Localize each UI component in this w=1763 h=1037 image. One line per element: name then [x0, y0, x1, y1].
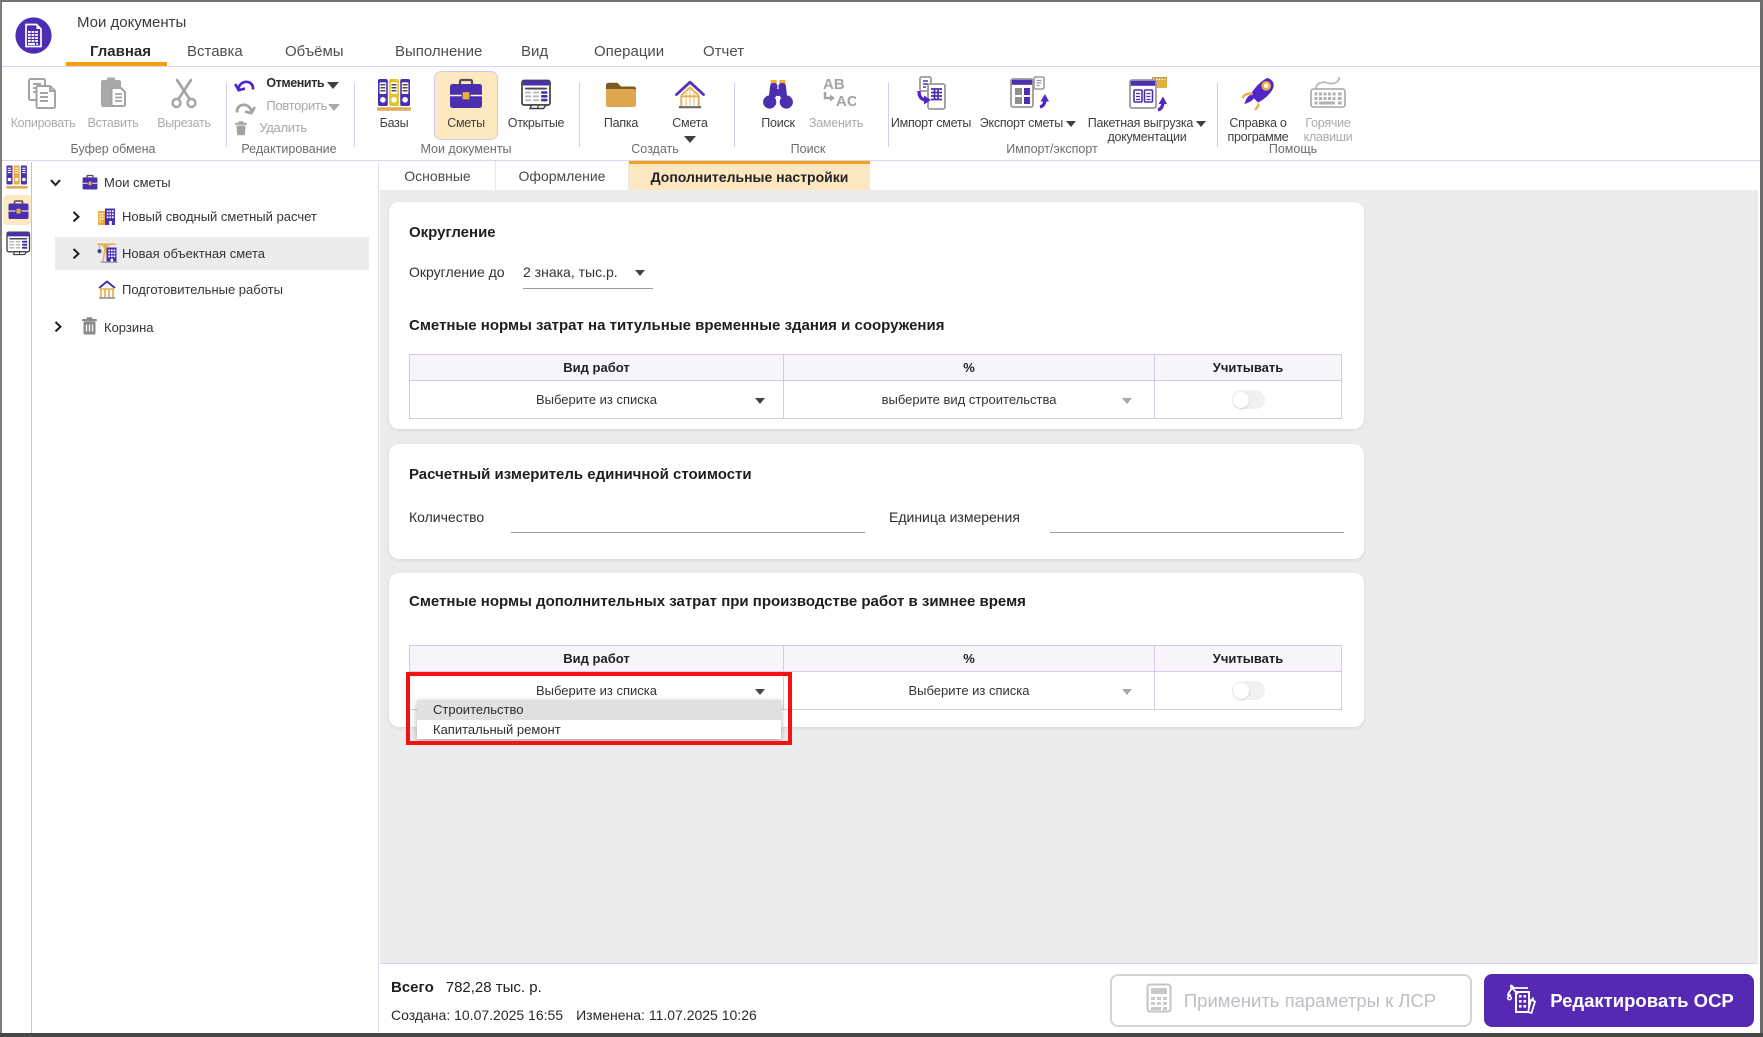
svg-text:AC: AC — [836, 93, 856, 110]
svg-text:AB: AB — [823, 76, 845, 93]
